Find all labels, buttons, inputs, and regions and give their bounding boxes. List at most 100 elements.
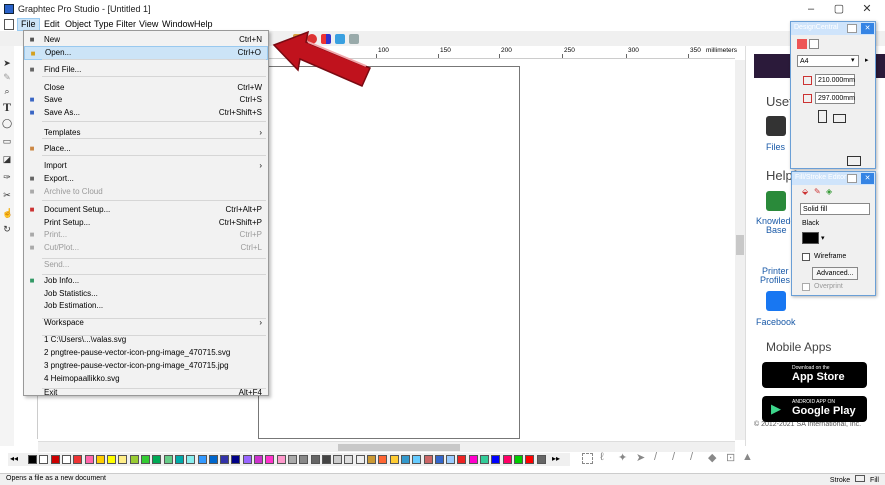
pen-icon[interactable]: / <box>654 451 657 463</box>
text-tool-icon[interactable]: T <box>2 100 12 114</box>
pen-tool-icon[interactable]: ✑ <box>2 172 12 184</box>
height-field[interactable]: 297.000mm <box>815 92 855 104</box>
google-play-button[interactable]: ▶ ANDROID APP ON Google Play <box>762 396 867 422</box>
color-swatch[interactable] <box>107 455 117 464</box>
file-menu-item-document-setup[interactable]: ■ Document Setup... Ctrl+Alt+P <box>24 203 268 217</box>
fill-icon[interactable]: ◆ <box>708 451 716 464</box>
color-swatch[interactable] <box>400 455 410 464</box>
file-menu-item-new[interactable]: ■ New Ctrl+N <box>24 33 268 47</box>
color-swatch[interactable] <box>231 455 241 464</box>
color-swatch[interactable] <box>152 455 162 464</box>
palette-scroll-left-icon[interactable]: ◂◂ <box>10 454 18 463</box>
chevron-right-icon[interactable]: ▸ <box>865 56 869 64</box>
weed-icon[interactable]: ▲ <box>742 451 753 463</box>
file-menu-item-3-pngtree-pause-vector-icon-png-image-470715-jpg[interactable]: 3 pngtree-pause-vector-icon-png-image_47… <box>24 359 268 373</box>
zoom-tool-icon[interactable]: ⌕ <box>2 86 12 98</box>
file-menu-item-job-info[interactable]: ■ Job Info... <box>24 274 268 288</box>
node-tool-icon[interactable]: ✎ <box>2 72 12 84</box>
file-menu-item-save-as[interactable]: ■ Save As... Ctrl+Shift+S <box>24 106 268 120</box>
color-swatch[interactable] <box>491 455 501 464</box>
color-swatch[interactable] <box>333 455 343 464</box>
color-swatch[interactable] <box>141 455 150 464</box>
color-swatch[interactable] <box>265 455 275 464</box>
file-menu-item-job-estimation[interactable]: Job Estimation... <box>24 299 268 313</box>
color-swatch[interactable] <box>389 455 399 464</box>
file-menu-item-find-file[interactable]: ■ Find File... <box>24 63 268 77</box>
color-swatch[interactable] <box>174 455 184 464</box>
file-menu-item-save[interactable]: ■ Save Ctrl+S <box>24 93 268 107</box>
file-menu-item-place[interactable]: ■ Place... <box>24 142 268 156</box>
crop-icon[interactable]: ⊡ <box>726 451 735 464</box>
facebook-link[interactable]: Facebook <box>756 317 796 327</box>
color-swatch[interactable] <box>802 232 819 244</box>
color-swatch[interactable] <box>367 455 376 464</box>
document-page[interactable] <box>258 66 520 439</box>
color-swatch[interactable] <box>118 455 128 464</box>
pan-tool-icon[interactable]: ☝ <box>2 208 13 220</box>
brush-icon[interactable]: / <box>690 451 693 463</box>
color-swatch[interactable] <box>446 455 456 464</box>
stroke-pen-icon[interactable]: ✎ <box>814 187 821 196</box>
knife-tool-icon[interactable]: ✂ <box>2 190 12 202</box>
color-swatch[interactable] <box>412 455 422 464</box>
portrait-icon[interactable] <box>818 110 827 123</box>
color-swatch[interactable] <box>378 455 388 464</box>
color-swatch[interactable] <box>344 455 354 464</box>
color-swatch[interactable] <box>73 455 83 464</box>
files-icon[interactable] <box>766 116 786 136</box>
pencil-icon[interactable]: / <box>672 451 675 463</box>
printer-profiles-link-2[interactable]: Profiles <box>760 275 790 285</box>
close-button[interactable]: ✕ <box>853 2 881 16</box>
color-swatch[interactable] <box>287 455 297 464</box>
color-swatch[interactable] <box>220 455 230 464</box>
palette-close-button[interactable]: ✕ <box>861 173 874 184</box>
color-swatch[interactable] <box>163 455 173 464</box>
knowledge-base-icon[interactable] <box>766 191 786 211</box>
color-swatch[interactable] <box>457 455 467 464</box>
fill-type-select[interactable]: Solid fill <box>800 203 870 215</box>
color-swatch[interactable] <box>525 455 535 464</box>
file-menu-item-2-pngtree-pause-vector-icon-png-image-470715-svg[interactable]: 2 pngtree-pause-vector-icon-png-image_47… <box>24 346 268 360</box>
magic-wand-icon[interactable]: ✦ <box>618 451 627 464</box>
ellipse-tool-icon[interactable]: ◯ <box>2 118 12 130</box>
chevron-down-icon[interactable]: ▾ <box>821 234 825 242</box>
lasso-icon[interactable]: ℓ <box>600 451 604 463</box>
marquee-icon[interactable] <box>582 453 593 464</box>
color-swatch[interactable] <box>502 455 512 464</box>
landscape-icon[interactable] <box>833 114 846 123</box>
color-swatch[interactable] <box>310 455 320 464</box>
fill-tool-icon[interactable]: ◪ <box>2 154 12 166</box>
app-store-button[interactable]: Download on the App Store <box>762 362 867 388</box>
color-swatch[interactable] <box>254 455 263 464</box>
color-swatch[interactable] <box>129 455 139 464</box>
file-menu-item-open[interactable]: ■ Open... Ctrl+O <box>24 46 268 60</box>
palette-scroll-right-icon[interactable]: ▸▸ <box>552 454 560 463</box>
palette-minimize-button[interactable] <box>847 174 857 183</box>
node-icon[interactable]: ➤ <box>636 451 645 464</box>
scroll-thumb[interactable] <box>338 444 460 451</box>
maximize-button[interactable]: ▢ <box>825 2 853 16</box>
color-swatch[interactable] <box>186 455 196 464</box>
color-swatch[interactable] <box>95 455 105 464</box>
color-swatch[interactable] <box>39 455 49 464</box>
color-swatch[interactable] <box>423 455 433 464</box>
scroll-thumb[interactable] <box>736 235 744 255</box>
palette-minimize-button[interactable] <box>847 24 857 33</box>
files-link[interactable]: Files <box>766 142 785 152</box>
wireframe-checkbox[interactable] <box>802 253 810 261</box>
overprint-checkbox[interactable] <box>802 283 810 291</box>
chevron-down-icon[interactable]: ▾ <box>851 56 855 64</box>
color-swatch[interactable] <box>468 455 478 464</box>
rotate-tool-icon[interactable]: ↻ <box>2 224 12 236</box>
file-menu-item-export[interactable]: ■ Export... <box>24 172 268 186</box>
palette-close-button[interactable]: ✕ <box>861 23 874 34</box>
facebook-icon[interactable] <box>766 291 786 311</box>
color-swatch[interactable] <box>321 455 331 464</box>
knowledge-base-link-2[interactable]: Base <box>766 225 787 235</box>
color-icon[interactable]: ◈ <box>826 187 832 196</box>
color-swatch[interactable] <box>28 455 37 464</box>
file-menu-item-4-heimopaallikko-svg[interactable]: 4 Heimopaallikko.svg <box>24 372 268 386</box>
color-swatch[interactable] <box>480 455 489 464</box>
color-swatch[interactable] <box>197 455 207 464</box>
file-menu-item-import[interactable]: Import › <box>24 159 268 173</box>
